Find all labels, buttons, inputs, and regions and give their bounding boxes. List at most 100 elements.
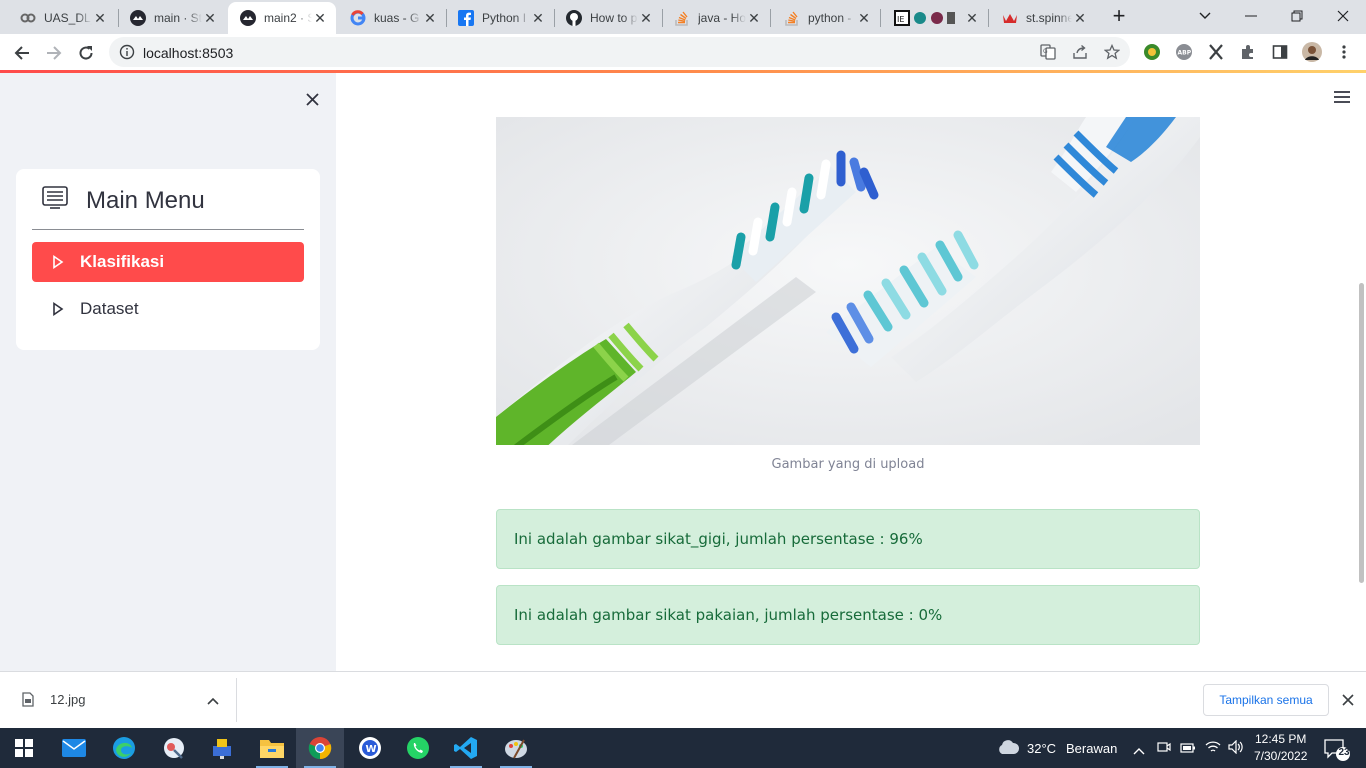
close-tab-icon[interactable]: ✕ [746,10,762,26]
minimize-button[interactable] [1228,0,1274,32]
tab-divider [880,9,881,27]
main-content: Gambar yang di upload Ini adalah gambar … [336,73,1366,671]
mail-icon[interactable] [50,728,98,768]
close-window-button[interactable] [1320,0,1366,32]
wifi-icon[interactable] [1205,740,1221,759]
download-filename: 12.jpg [50,692,86,707]
address-bar[interactable]: localhost:8503 G [109,37,1130,67]
vscode-icon[interactable] [442,728,490,768]
browser-tab[interactable]: java - Ho ✕ [662,2,770,34]
browser-tab[interactable]: main · St ✕ [118,2,226,34]
wps-icon[interactable]: W [346,728,394,768]
share-icon[interactable] [1071,43,1089,61]
meet-now-icon[interactable] [1157,740,1171,759]
reload-button[interactable] [72,39,100,67]
multi-site-icons: IE [894,10,964,26]
menu-item-label: Klasifikasi [80,252,165,271]
browser-tab[interactable]: How to p ✕ [554,2,662,34]
browser-tab[interactable]: python - ✕ [772,2,880,34]
streamlit-icon [130,10,146,26]
menu-item-klasifikasi[interactable]: Klasifikasi [32,242,304,282]
windows-start-icon[interactable] [0,728,48,768]
tab-title: main · St [154,11,202,25]
system-clock[interactable]: 12:45 PM 7/30/2022 [1254,731,1307,765]
snipping-tool-icon[interactable] [150,728,198,768]
notification-count: 23 [1338,747,1350,758]
adblock-icon[interactable]: ABP [1174,42,1194,62]
browser-tab[interactable]: UAS_DL_ ✕ [8,2,116,34]
close-tab-icon[interactable]: ✕ [202,10,218,26]
chrome-icon[interactable] [296,728,344,768]
browser-tab[interactable]: Python I ✕ [446,2,554,34]
menu-item-dataset[interactable]: Dataset [32,289,304,329]
extensions-puzzle-icon[interactable] [1238,42,1258,62]
close-tab-icon[interactable]: ✕ [1072,10,1088,26]
close-tab-icon[interactable]: ✕ [530,10,546,26]
back-button[interactable] [8,39,36,67]
info-icon[interactable] [119,44,135,65]
close-tab-icon[interactable]: ✕ [856,10,872,26]
close-tab-icon[interactable]: ✕ [638,10,654,26]
tab-divider [988,9,989,27]
hamburger-menu-icon[interactable] [1331,87,1353,107]
whatsapp-icon[interactable] [394,728,442,768]
streamlit-icon [240,10,256,26]
tab-search-chevron-icon[interactable] [1182,0,1228,32]
uploaded-image [496,117,1200,445]
forward-button[interactable] [40,39,68,67]
menu-title: Main Menu [86,186,205,214]
success-alert: Ini adalah gambar sikat_gigi, jumlah per… [496,509,1200,569]
tab-title: kuas - G [374,11,420,25]
download-shelf: 12.jpg Tampilkan semua [0,671,1366,728]
url-text: localhost:8503 [143,45,234,61]
svg-text:IE: IE [897,15,904,24]
bookmark-star-icon[interactable] [1103,43,1121,61]
more-menu-icon[interactable] [1334,42,1354,62]
chevron-up-icon[interactable] [204,692,222,710]
clock-date: 7/30/2022 [1254,749,1308,763]
tab-title: main2 · S [264,11,312,25]
sidebar: Main Menu Klasifikasi Dataset [0,73,336,671]
windows-taskbar: W 32°C Berawan 12:45 PM 7/30/2022 23 [0,728,1366,768]
translate-icon[interactable]: G [1039,43,1057,61]
weather-temp[interactable]: 32°C [1027,741,1056,756]
edge-icon[interactable] [100,728,148,768]
file-explorer-icon[interactable] [248,728,296,768]
globe-extension-icon[interactable] [1142,42,1162,62]
battery-icon[interactable] [1180,741,1196,759]
result-text: Ini adalah gambar sikat pakaian, jumlah … [514,606,943,624]
close-sidebar-icon[interactable] [300,87,324,111]
side-panel-icon[interactable] [1270,42,1290,62]
close-tab-icon[interactable]: ✕ [92,10,108,26]
restore-button[interactable] [1274,0,1320,32]
browser-tab-active[interactable]: main2 · S ✕ [228,2,336,34]
tab-title: UAS_DL_ [44,11,92,25]
chevron-up-icon[interactable] [1133,742,1145,760]
close-tab-icon[interactable]: ✕ [422,10,438,26]
file-icon [22,692,34,707]
show-all-downloads-button[interactable]: Tampilkan semua [1203,684,1329,716]
close-tab-icon[interactable]: ✕ [964,10,980,26]
network-app-icon[interactable] [198,728,246,768]
browser-tab[interactable]: kuas - G ✕ [338,2,446,34]
close-tab-icon[interactable]: ✕ [312,10,328,26]
colab-icon [20,10,36,26]
cloud-weather-icon[interactable] [996,738,1020,761]
svg-text:W: W [366,744,377,755]
browser-tab[interactable]: st.spinne ✕ [990,2,1096,34]
browser-tab-group[interactable]: IE ✕ [882,2,988,34]
github-icon [566,10,582,26]
crown-icon [1002,10,1018,26]
close-shelf-icon[interactable] [1338,690,1358,710]
scrollbar[interactable] [1359,283,1364,583]
volume-icon[interactable] [1228,739,1244,759]
new-tab-button[interactable]: + [1096,0,1142,32]
paint-icon[interactable] [492,728,540,768]
x-extension-icon[interactable] [1206,42,1226,62]
download-item[interactable]: 12.jpg [22,692,85,707]
weather-desc[interactable]: Berawan [1066,741,1117,756]
success-alert: Ini adalah gambar sikat pakaian, jumlah … [496,585,1200,645]
profile-avatar[interactable] [1302,42,1322,62]
browser-toolbar: localhost:8503 G ABP [0,34,1366,71]
image-caption: Gambar yang di upload [771,457,925,472]
